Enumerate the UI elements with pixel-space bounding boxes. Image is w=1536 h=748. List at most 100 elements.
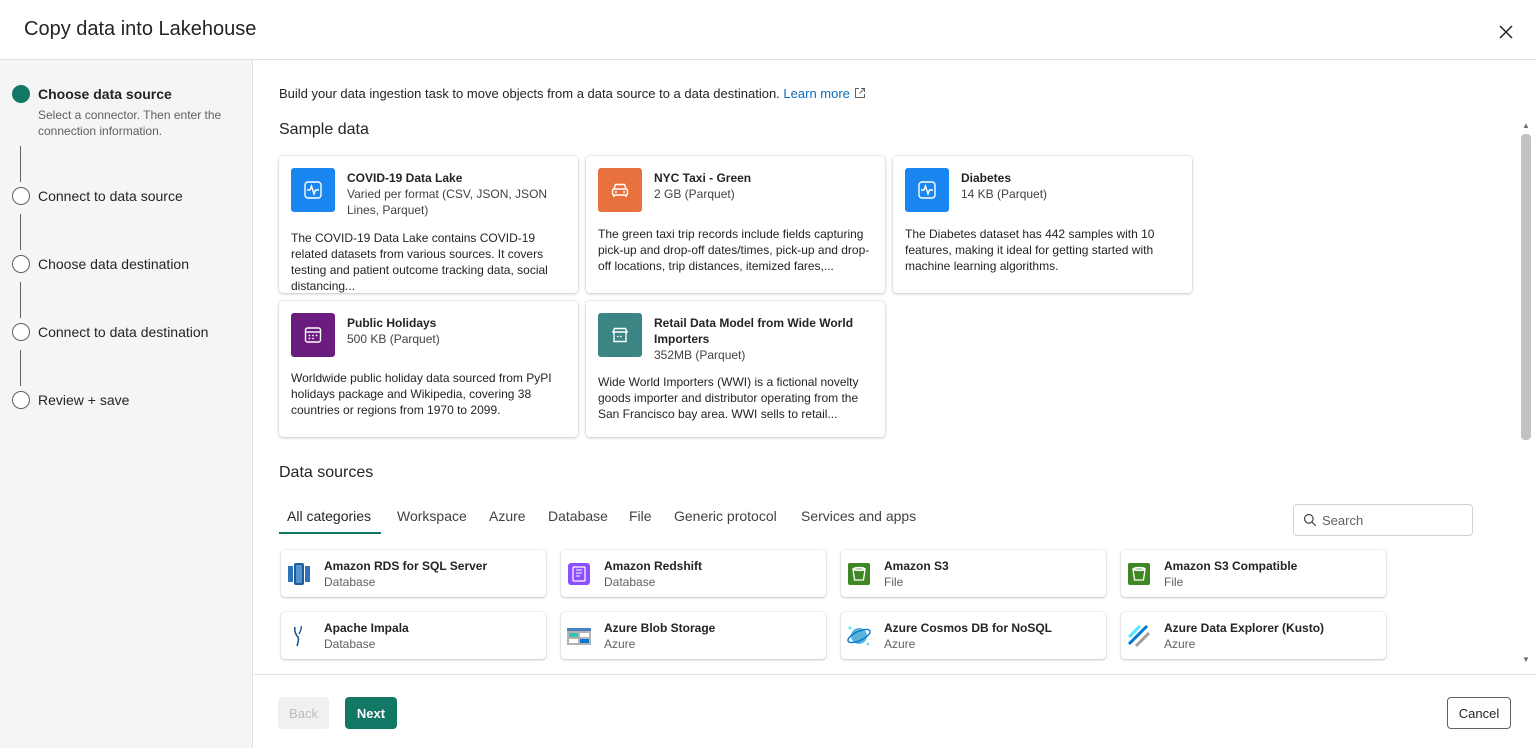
connector-amazon-redshift[interactable]: Amazon Redshift Database [561, 550, 826, 597]
connector-category: File [1164, 575, 1184, 589]
azure-data-explorer-icon [1127, 624, 1151, 648]
connector-category: Azure [884, 637, 916, 651]
card-description: Wide World Importers (WWI) is a fictiona… [598, 375, 859, 421]
step-indicator [12, 391, 30, 409]
tab-all-categories[interactable]: All categories [279, 500, 379, 532]
card-description: The Diabetes dataset has 442 samples wit… [905, 227, 1155, 273]
step-connector-line [20, 146, 21, 182]
card-meta: 500 KB (Parquet) [347, 332, 440, 346]
card-title: NYC Taxi - Green [654, 171, 752, 185]
apache-impala-icon [293, 625, 302, 647]
calendar-icon [291, 313, 335, 357]
card-meta: 14 KB (Parquet) [961, 187, 1048, 201]
card-title: Retail Data Model from Wide World Import… [654, 316, 854, 346]
sample-card-nyc-taxi[interactable]: NYC Taxi - Green 2 GB (Parquet) The gree… [586, 156, 885, 293]
step-connector-line [20, 282, 21, 318]
connector-azure-cosmos-db-nosql[interactable]: Azure Cosmos DB for NoSQL Azure [841, 612, 1106, 659]
card-meta: 2 GB (Parquet) [654, 187, 735, 201]
active-tab-indicator [279, 532, 381, 534]
card-description: The green taxi trip records include fiel… [598, 227, 870, 273]
connector-name: Azure Data Explorer (Kusto) [1164, 621, 1325, 635]
connector-name: Amazon Redshift [604, 559, 703, 573]
dialog-title: Copy data into Lakehouse [24, 18, 257, 40]
connector-name: Amazon S3 [884, 559, 949, 573]
connector-category: Azure [604, 637, 636, 651]
scroll-down-icon[interactable]: ▼ [1522, 656, 1530, 664]
intro-description: Build your data ingestion task to move o… [279, 86, 780, 101]
step-label: Choose data destination [38, 256, 189, 272]
sample-card-diabetes[interactable]: Diabetes 14 KB (Parquet) The Diabetes da… [893, 156, 1192, 293]
sample-card-covid-19[interactable]: COVID-19 Data Lake Varied per format (CS… [279, 156, 578, 293]
step-label: Choose data source [38, 86, 172, 102]
azure-blob-storage-icon [567, 628, 591, 645]
health-monitor-icon [291, 168, 335, 212]
connector-name: Azure Cosmos DB for NoSQL [884, 621, 1053, 635]
dialog-header: Copy data into Lakehouse [0, 0, 1536, 60]
data-sources-title: Data sources [279, 464, 374, 481]
tab-workspace[interactable]: Workspace [389, 500, 475, 532]
step-indicator [12, 323, 30, 341]
main-content: Build your data ingestion task to move o… [254, 60, 1536, 674]
connector-azure-blob-storage[interactable]: Azure Blob Storage Azure [561, 612, 826, 659]
tab-file[interactable]: File [621, 500, 660, 532]
connector-apache-impala[interactable]: Apache Impala Database [281, 612, 546, 659]
card-title: COVID-19 Data Lake [347, 171, 463, 185]
connector-amazon-s3[interactable]: Amazon S3 File [841, 550, 1106, 597]
sample-card-public-holidays[interactable]: Public Holidays 500 KB (Parquet) Worldwi… [279, 301, 578, 437]
connector-azure-data-explorer[interactable]: Azure Data Explorer (Kusto) Azure [1121, 612, 1386, 659]
card-title: Diabetes [961, 171, 1012, 185]
tab-services-and-apps[interactable]: Services and apps [793, 500, 924, 532]
dialog-footer: Back Next Cancel [254, 674, 1536, 748]
back-button[interactable]: Back [278, 697, 329, 729]
amazon-redshift-icon [568, 563, 590, 585]
next-button[interactable]: Next [345, 697, 397, 729]
step-indicator [12, 187, 30, 205]
scroll-thumb[interactable] [1521, 134, 1531, 440]
health-monitor-icon [905, 168, 949, 212]
connector-name: Azure Blob Storage [604, 621, 716, 635]
learn-more-link[interactable]: Learn more [783, 86, 865, 101]
tab-generic-protocol[interactable]: Generic protocol [666, 500, 785, 532]
amazon-s3-icon [848, 563, 870, 585]
close-button[interactable] [1494, 20, 1518, 44]
scroll-up-icon[interactable]: ▲ [1522, 122, 1530, 130]
connector-name: Apache Impala [324, 621, 409, 635]
sample-data-title: Sample data [279, 121, 369, 138]
azure-cosmos-db-icon [847, 626, 871, 646]
intro-text: Build your data ingestion task to move o… [279, 86, 866, 101]
tab-database[interactable]: Database [540, 500, 616, 532]
step-connector-line [20, 350, 21, 386]
card-description: The COVID-19 Data Lake contains COVID-19… [291, 231, 548, 293]
store-icon [598, 313, 642, 357]
amazon-rds-icon [288, 563, 310, 585]
tab-azure[interactable]: Azure [481, 500, 534, 532]
step-label: Connect to data destination [38, 324, 209, 340]
connector-name: Amazon S3 Compatible [1164, 559, 1298, 573]
step-active-indicator [12, 85, 30, 103]
card-title: Public Holidays [347, 316, 437, 330]
connector-name: Amazon RDS for SQL Server [324, 559, 488, 573]
scrollbar[interactable]: ▲ ▼ [1519, 120, 1533, 666]
step-label: Connect to data source [38, 188, 183, 204]
connector-category: Database [324, 637, 376, 651]
connector-amazon-s3-compatible[interactable]: Amazon S3 Compatible File [1121, 550, 1386, 597]
external-link-icon [854, 88, 865, 98]
close-icon [1499, 25, 1513, 39]
cancel-button[interactable]: Cancel [1447, 697, 1511, 729]
step-indicator [12, 255, 30, 273]
search-icon [1303, 513, 1317, 527]
amazon-s3-compatible-icon [1128, 563, 1150, 585]
step-description: Select a connector. Then enter the conne… [38, 108, 222, 138]
car-icon [598, 168, 642, 212]
search-input[interactable] [1322, 511, 1462, 529]
connector-category: Database [324, 575, 376, 589]
connector-category: File [884, 575, 904, 589]
connector-category: Azure [1164, 637, 1196, 651]
step-connector-line [20, 214, 21, 250]
card-description: Worldwide public holiday data sourced fr… [291, 371, 552, 417]
search-field[interactable] [1293, 504, 1473, 536]
connector-amazon-rds-sql-server[interactable]: Amazon RDS for SQL Server Database [281, 550, 546, 597]
card-meta: Varied per format (CSV, JSON, JSON Lines… [347, 187, 548, 217]
sample-card-retail-data-model[interactable]: Retail Data Model from Wide World Import… [586, 301, 885, 437]
connector-category: Database [604, 575, 656, 589]
